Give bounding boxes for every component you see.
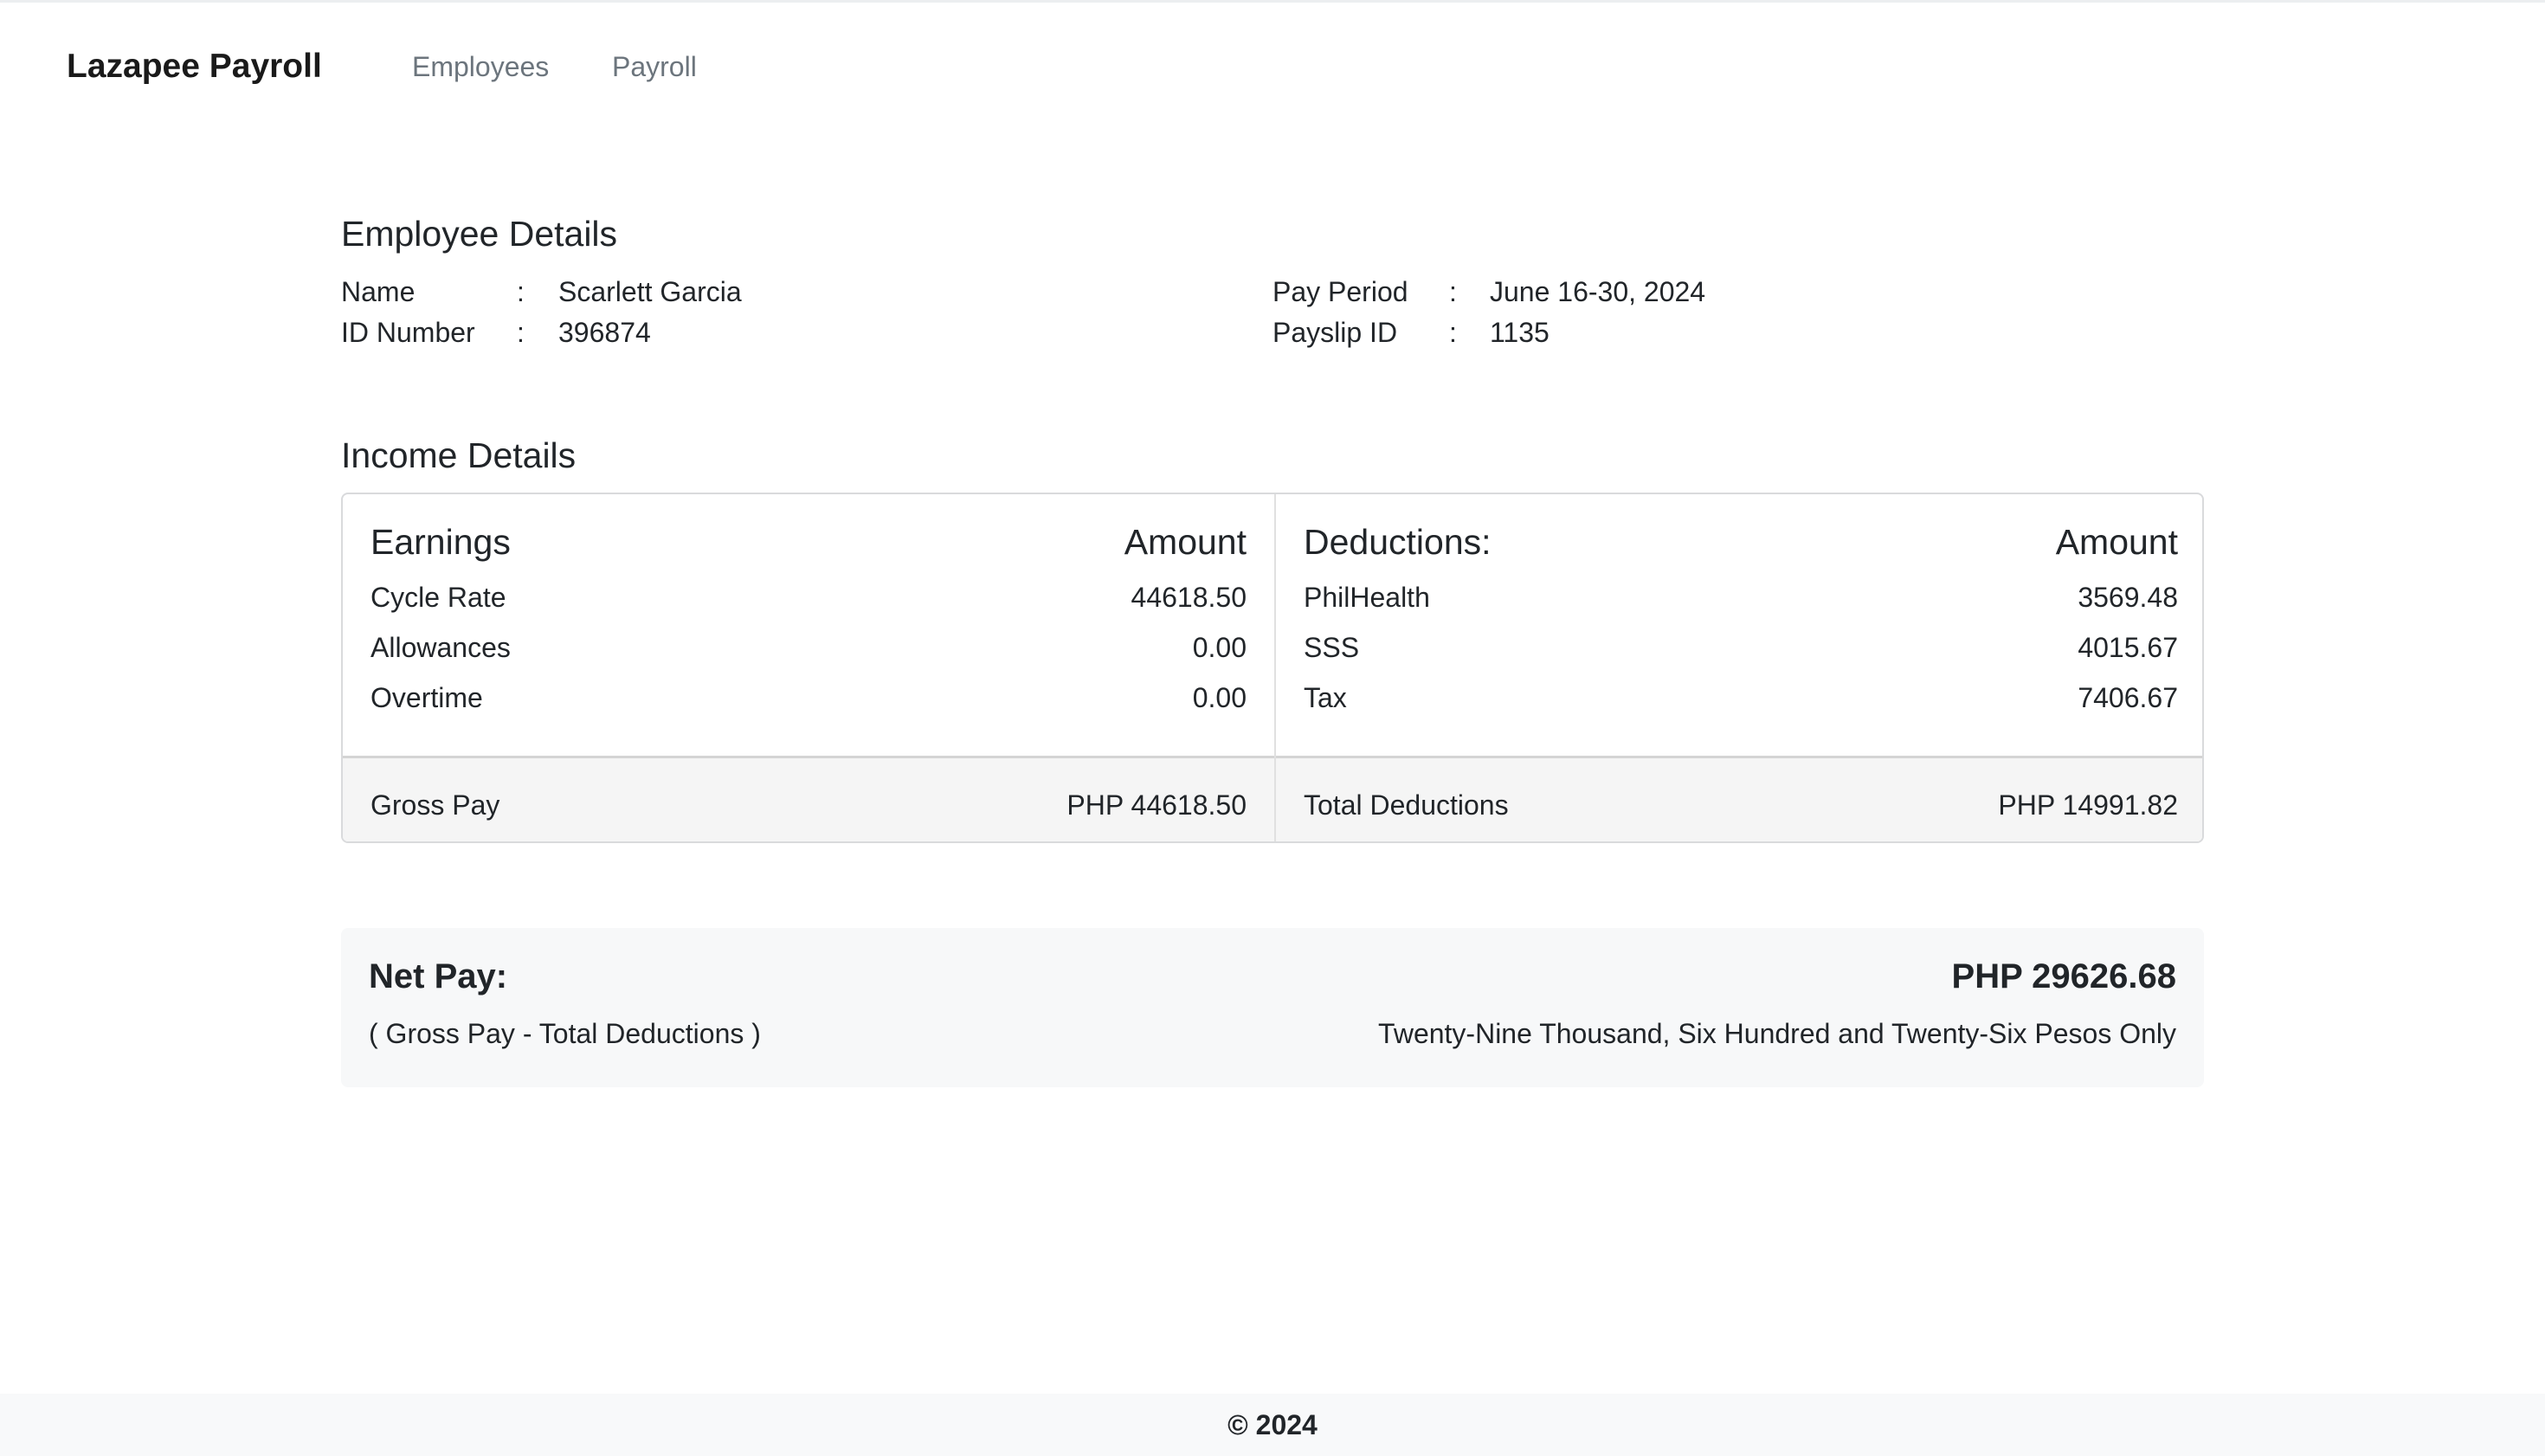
deduction-value: 4015.67 xyxy=(2078,632,2178,663)
deduction-label: Tax xyxy=(1304,682,1347,713)
amount-header: Amount xyxy=(2055,522,2178,562)
earning-row: Cycle Rate 44618.50 xyxy=(370,582,1247,614)
colon: : xyxy=(1449,317,1457,348)
net-pay-label: Net Pay: xyxy=(369,957,508,995)
gross-pay-row: Gross Pay PHP 44618.50 xyxy=(343,756,1274,841)
name-label: Name xyxy=(341,276,416,307)
deductions-header: Deductions: xyxy=(1304,522,1492,562)
income-details-heading: Income Details xyxy=(341,435,577,475)
gross-pay-label: Gross Pay xyxy=(370,789,500,821)
colon: : xyxy=(517,317,525,348)
footer: © 2024 xyxy=(0,1394,2545,1456)
deduction-row: PhilHealth 3569.48 xyxy=(1304,582,2178,614)
total-deductions-row: Total Deductions PHP 14991.82 xyxy=(1276,756,2202,841)
earning-value: 0.00 xyxy=(1192,682,1247,713)
earning-value: 44618.50 xyxy=(1131,582,1247,613)
nav-payroll[interactable]: Payroll xyxy=(612,51,697,83)
id-label: ID Number xyxy=(341,317,475,348)
employee-name: Scarlett Garcia xyxy=(558,276,742,307)
pay-period-label: Pay Period xyxy=(1272,276,1408,307)
colon: : xyxy=(517,276,525,307)
income-table: Earnings Amount Cycle Rate 44618.50 Allowa… xyxy=(341,493,2204,843)
earning-label: Cycle Rate xyxy=(370,582,506,613)
earnings-header: Earnings xyxy=(370,522,511,562)
colon: : xyxy=(1449,276,1457,307)
deduction-row: Tax 7406.67 xyxy=(1304,682,2178,714)
payslip-id-label: Payslip ID xyxy=(1272,317,1398,348)
copyright: © 2024 xyxy=(1227,1409,1318,1440)
earnings-column: Earnings Amount Cycle Rate 44618.50 Allowa… xyxy=(343,494,1274,841)
deduction-label: PhilHealth xyxy=(1304,582,1430,613)
deduction-value: 7406.67 xyxy=(2078,682,2178,713)
total-deductions-label: Total Deductions xyxy=(1304,789,1509,821)
earning-label: Allowances xyxy=(370,632,511,663)
deduction-row: SSS 4015.67 xyxy=(1304,632,2178,664)
gross-pay-value: PHP 44618.50 xyxy=(1066,789,1247,821)
earning-row: Overtime 0.00 xyxy=(370,682,1247,714)
net-pay-amount: PHP 29626.68 xyxy=(1951,957,2176,995)
earning-row: Allowances 0.00 xyxy=(370,632,1247,664)
employee-details-heading: Employee Details xyxy=(341,214,618,254)
net-pay-formula: ( Gross Pay - Total Deductions ) xyxy=(369,1018,761,1049)
employee-id: 396874 xyxy=(558,317,651,348)
deduction-label: SSS xyxy=(1304,632,1360,663)
earning-label: Overtime xyxy=(370,682,483,713)
earning-value: 0.00 xyxy=(1192,632,1247,663)
brand-logo[interactable]: Lazapee Payroll xyxy=(67,48,322,86)
net-pay-words: Twenty-Nine Thousand, Six Hundred and Tw… xyxy=(1378,1018,2176,1049)
payslip-id: 1135 xyxy=(1490,317,1550,348)
net-pay-panel: Net Pay: PHP 29626.68 ( Gross Pay - Total… xyxy=(341,928,2204,1087)
deduction-value: 3569.48 xyxy=(2078,582,2178,613)
nav-employees[interactable]: Employees xyxy=(412,51,549,83)
total-deductions-value: PHP 14991.82 xyxy=(1998,789,2178,821)
deductions-column: Deductions: Amount PhilHealth 3569.48 SSS 4… xyxy=(1274,494,2202,841)
amount-header: Amount xyxy=(1124,522,1247,562)
pay-period: June 16-30, 2024 xyxy=(1490,276,1706,307)
